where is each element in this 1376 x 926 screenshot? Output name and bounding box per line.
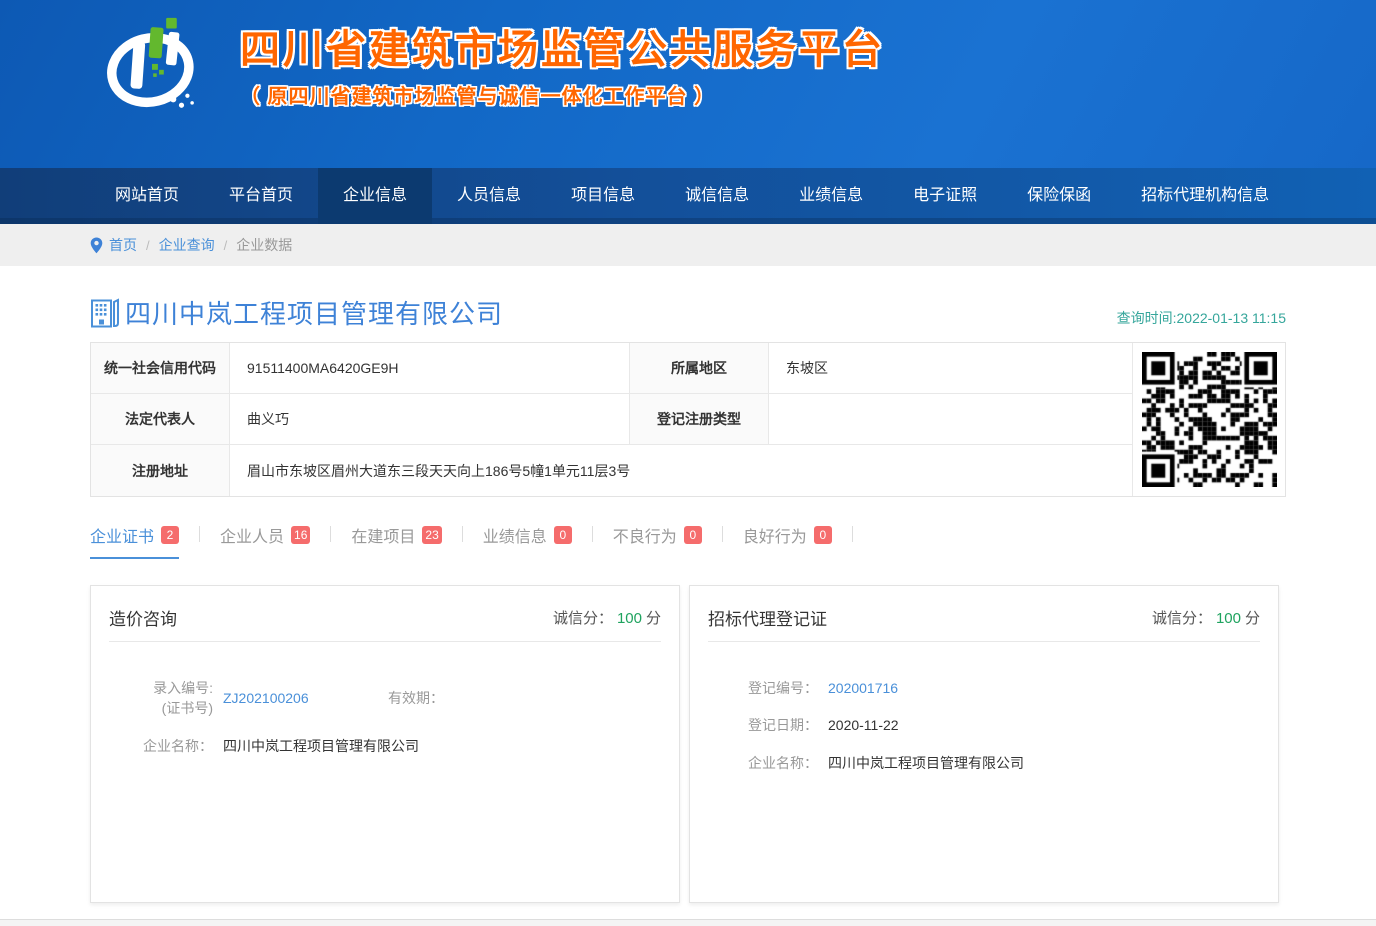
- qr-code: [1142, 352, 1277, 487]
- company-name-label: 企业名称：: [740, 753, 818, 773]
- tab-enterprise-personnel[interactable]: 企业人员 16: [220, 523, 310, 559]
- main-nav: 网站首页 平台首页 企业信息 人员信息 项目信息 诚信信息 业绩信息 电子证照 …: [0, 168, 1376, 224]
- nav-item-enterprise-info[interactable]: 企业信息: [318, 168, 432, 224]
- count-badge: 0: [814, 526, 832, 544]
- count-badge: 16: [291, 526, 310, 544]
- count-badge: 23: [422, 526, 441, 544]
- breadcrumb-separator: /: [146, 238, 150, 253]
- site-logo: [92, 12, 212, 130]
- page-bottom-divider: [0, 919, 1376, 926]
- nav-item-performance-info[interactable]: 业绩信息: [774, 168, 888, 224]
- entry-number-link[interactable]: ZJ202100206: [223, 688, 388, 708]
- count-badge: 2: [161, 526, 179, 544]
- entry-number-label: 录入编号: (证书号): [141, 678, 213, 719]
- nav-item-bidding-agency-info[interactable]: 招标代理机构信息: [1116, 168, 1294, 224]
- company-name-value: 四川中岚工程项目管理有限公司: [828, 753, 1024, 773]
- table-row: 统一社会信用代码 91511400MA6420GE9H 所属地区 东坡区: [91, 343, 1132, 394]
- tab-divider: [722, 526, 723, 542]
- breadcrumb-enterprise-data: 企业数据: [236, 235, 292, 255]
- registration-type-label: 登记注册类型: [630, 394, 769, 444]
- nav-item-project-info[interactable]: 项目信息: [546, 168, 660, 224]
- query-time: 查询时间:2022-01-13 11:15: [1117, 308, 1286, 331]
- tab-divider: [199, 526, 200, 542]
- validity-label: 有效期：: [388, 688, 444, 708]
- registered-address-value: 眉山市东坡区眉州大道东三段天天向上186号5幢1单元11层3号: [230, 445, 1132, 496]
- tab-divider: [330, 526, 331, 542]
- legal-representative-value: 曲义巧: [230, 394, 630, 444]
- site-header: 四川省建筑市场监管公共服务平台 （ 原四川省建筑市场监管与诚信一体化工作平台 ）: [0, 0, 1376, 168]
- nav-item-credit-info[interactable]: 诚信信息: [660, 168, 774, 224]
- nav-item-personnel-info[interactable]: 人员信息: [432, 168, 546, 224]
- card-title: 招标代理登记证: [708, 605, 827, 630]
- credit-score-value: 100: [617, 610, 642, 627]
- company-name-value: 四川中岚工程项目管理有限公司: [223, 736, 419, 756]
- tab-bad-behavior[interactable]: 不良行为 0: [613, 523, 702, 559]
- company-name-label: 企业名称：: [141, 736, 213, 756]
- tab-performance-info[interactable]: 业绩信息 0: [483, 523, 572, 559]
- credit-score: 诚信分：100分: [553, 607, 661, 628]
- credit-score-value: 100: [1216, 610, 1241, 627]
- tab-enterprise-certificates[interactable]: 企业证书 2: [90, 523, 179, 559]
- company-info-table: 统一社会信用代码 91511400MA6420GE9H 所属地区 东坡区 法定代…: [90, 342, 1286, 497]
- nav-item-e-certificate[interactable]: 电子证照: [888, 168, 1002, 224]
- breadcrumb: 首页 / 企业查询 / 企业数据: [0, 224, 1376, 266]
- nav-item-insurance-guarantee[interactable]: 保险保函: [1002, 168, 1116, 224]
- nav-item-home[interactable]: 网站首页: [90, 168, 204, 224]
- tab-good-behavior[interactable]: 良好行为 0: [743, 523, 832, 559]
- cost-consulting-card: 造价咨询 诚信分：100分 录入编号: (证书号) ZJ202100206 有效…: [90, 585, 680, 903]
- nav-item-platform-home[interactable]: 平台首页: [204, 168, 318, 224]
- registered-address-label: 注册地址: [91, 445, 230, 496]
- tab-divider: [852, 526, 853, 542]
- registration-number-link[interactable]: 202001716: [828, 678, 898, 698]
- registration-type-value: [769, 394, 1132, 444]
- credit-code-label: 统一社会信用代码: [91, 343, 230, 393]
- count-badge: 0: [554, 526, 572, 544]
- credit-score: 诚信分：100分: [1152, 607, 1260, 628]
- tab-divider: [462, 526, 463, 542]
- breadcrumb-enterprise-search[interactable]: 企业查询: [159, 235, 215, 255]
- company-title: 四川中岚工程项目管理有限公司: [125, 294, 503, 331]
- credit-code-value: 91511400MA6420GE9H: [230, 343, 630, 393]
- site-title: 四川省建筑市场监管公共服务平台: [240, 28, 885, 72]
- card-title: 造价咨询: [109, 605, 177, 630]
- building-icon: [90, 297, 120, 329]
- registration-date-label: 登记日期：: [740, 715, 818, 735]
- registration-date-value: 2020-11-22: [828, 715, 899, 735]
- region-value: 东坡区: [769, 343, 1132, 393]
- region-label: 所属地区: [630, 343, 769, 393]
- breadcrumb-separator: /: [224, 238, 228, 253]
- bidding-agency-card: 招标代理登记证 诚信分：100分 登记编号： 202001716 登记日期： 2…: [689, 585, 1279, 903]
- table-row: 法定代表人 曲义巧 登记注册类型: [91, 394, 1132, 445]
- registration-number-label: 登记编号：: [740, 678, 818, 698]
- tabs-bar: 企业证书 2 企业人员 16 在建项目 23 业绩信息 0 不良行为 0 良好行…: [90, 523, 1286, 557]
- tab-projects-under-construction[interactable]: 在建项目 23: [351, 523, 441, 559]
- location-pin-icon: [90, 237, 103, 254]
- count-badge: 0: [684, 526, 702, 544]
- site-subtitle: （ 原四川省建筑市场监管与诚信一体化工作平台 ）: [240, 80, 885, 109]
- tab-divider: [592, 526, 593, 542]
- table-row: 注册地址 眉山市东坡区眉州大道东三段天天向上186号5幢1单元11层3号: [91, 445, 1132, 496]
- legal-representative-label: 法定代表人: [91, 394, 230, 444]
- breadcrumb-home[interactable]: 首页: [109, 235, 137, 255]
